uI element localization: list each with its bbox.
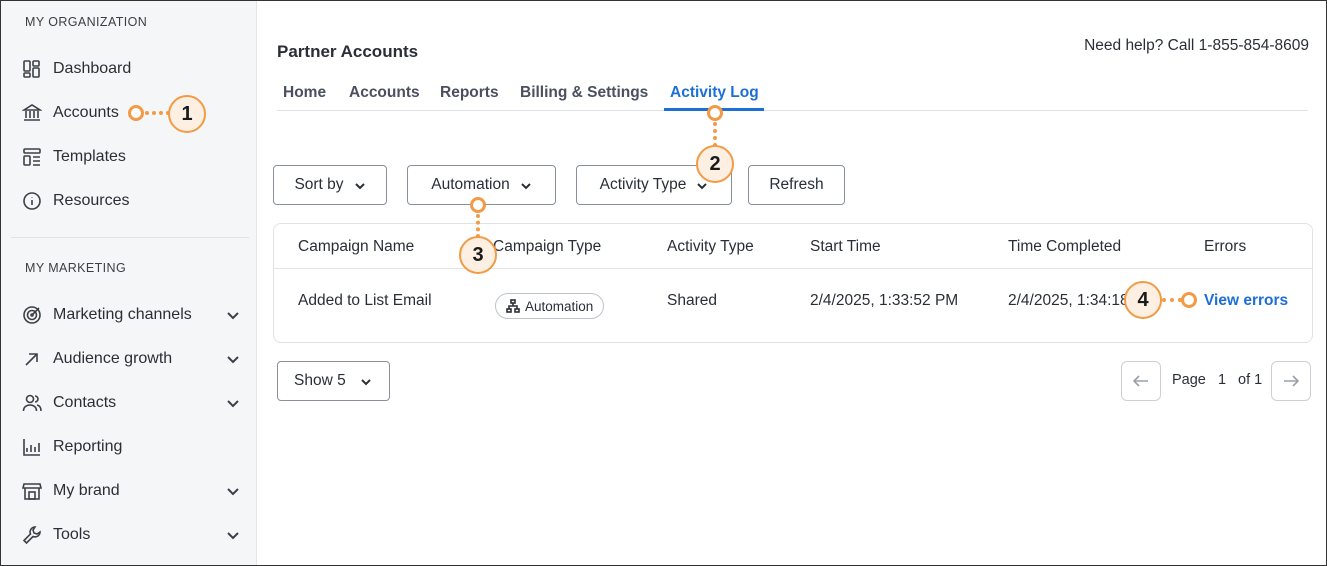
- refresh-label: Refresh: [769, 176, 824, 193]
- tab-activity-log[interactable]: Activity Log: [670, 84, 759, 102]
- chevron-down-icon: [360, 375, 372, 387]
- previous-page-button[interactable]: [1121, 361, 1161, 401]
- help-phone-text: Need help? Call 1-855-854-8609: [1084, 37, 1309, 54]
- callout-connector: [145, 111, 170, 115]
- sidebar-item-label: Templates: [53, 148, 126, 165]
- sidebar-item-label: My brand: [53, 482, 120, 499]
- view-errors-link[interactable]: View errors: [1204, 292, 1288, 310]
- column-header: Errors: [1204, 238, 1247, 255]
- marketing-section-label: MY MARKETING: [25, 261, 127, 275]
- sidebar-item-audience-growth[interactable]: Audience growth: [21, 343, 246, 375]
- chart-icon: [21, 436, 43, 458]
- callout-2: 2: [696, 145, 734, 183]
- sidebar-item-resources[interactable]: Resources: [21, 185, 246, 217]
- chevron-down-icon[interactable]: [226, 484, 240, 498]
- sidebar-item-label: Tools: [53, 526, 91, 543]
- column-header: Time Completed: [1008, 238, 1122, 255]
- tab-accounts[interactable]: Accounts: [349, 84, 420, 102]
- chevron-down-icon: [520, 179, 532, 191]
- sidebar-divider: [11, 237, 249, 238]
- arrow-left-icon: [1132, 375, 1148, 387]
- tab-reports[interactable]: Reports: [440, 84, 499, 102]
- tab-home[interactable]: Home: [283, 84, 326, 102]
- org-section-label: MY ORGANIZATION: [25, 15, 148, 29]
- chevron-down-icon[interactable]: [226, 528, 240, 542]
- sidebar-item-label: Reporting: [53, 438, 123, 455]
- campaign-type-badge: Automation: [495, 293, 605, 319]
- info-icon: [21, 190, 43, 212]
- column-header: Campaign Name: [298, 238, 415, 255]
- chevron-down-icon: [354, 179, 366, 191]
- callout-anchor: [470, 197, 486, 213]
- automation-label: Automation: [431, 176, 510, 193]
- sidebar-item-templates[interactable]: Templates: [21, 141, 246, 173]
- sidebar-item-dashboard[interactable]: Dashboard: [21, 53, 246, 85]
- sidebar-item-my-brand[interactable]: My brand: [21, 475, 246, 507]
- column-header: Campaign Type: [493, 238, 602, 255]
- refresh-button[interactable]: Refresh: [748, 165, 845, 205]
- column-header: Activity Type: [667, 238, 754, 255]
- sidebar-item-label: Resources: [53, 192, 130, 209]
- next-page-button[interactable]: [1271, 361, 1311, 401]
- callout-anchor: [128, 105, 144, 121]
- campaign-type-label: Automation: [525, 298, 594, 314]
- wrench-icon: [21, 524, 43, 546]
- column-header: Start Time: [810, 238, 881, 255]
- callout-connector: [713, 122, 717, 147]
- table-header: Campaign Name Campaign Type Activity Typ…: [274, 224, 1312, 269]
- sort-by-dropdown[interactable]: Sort by: [273, 165, 387, 205]
- callout-connector: [1162, 298, 1182, 302]
- sidebar-item-label: Dashboard: [53, 60, 132, 77]
- sidebar-item-label: Contacts: [53, 394, 117, 411]
- chevron-down-icon[interactable]: [226, 352, 240, 366]
- chevron-down-icon[interactable]: [226, 308, 240, 322]
- sidebar-item-label: Audience growth: [53, 350, 173, 367]
- sidebar-item-contacts[interactable]: Contacts: [21, 387, 246, 419]
- campaign-name-cell: Added to List Email: [298, 292, 432, 309]
- activity-type-label: Activity Type: [599, 176, 687, 193]
- arrow-right-icon: [1284, 375, 1300, 387]
- show-count-dropdown[interactable]: Show 5: [277, 361, 390, 401]
- callout-3: 3: [459, 236, 497, 274]
- tab-bar: Home Accounts Reports Billing & Settings…: [277, 80, 1308, 111]
- store-icon: [21, 480, 43, 502]
- sort-by-label: Sort by: [294, 176, 344, 193]
- callout-connector: [476, 214, 480, 238]
- sidebar-item-reporting[interactable]: Reporting: [21, 431, 246, 463]
- start-time-cell: 2/4/2025, 1:33:52 PM: [810, 292, 959, 309]
- people-icon: [21, 392, 43, 414]
- target-icon: [21, 304, 43, 326]
- bank-icon: [21, 102, 43, 124]
- time-completed-cell: 2/4/2025, 1:34:18: [1008, 292, 1126, 309]
- callout-anchor: [1181, 292, 1197, 308]
- total-pages: of 1: [1238, 372, 1263, 388]
- callout-anchor: [707, 105, 723, 121]
- sidebar-item-tools[interactable]: Tools: [21, 519, 246, 551]
- page-label: Page: [1172, 372, 1206, 388]
- automation-icon: [506, 299, 520, 313]
- callout-4: 4: [1124, 281, 1162, 319]
- dashboard-icon: [21, 58, 43, 80]
- callout-1: 1: [168, 95, 206, 133]
- show-count-label: Show 5: [294, 372, 346, 389]
- sidebar-item-label: Marketing channels: [53, 306, 192, 323]
- activity-type-cell: Shared: [667, 292, 717, 309]
- templates-icon: [21, 146, 43, 168]
- activity-table: Campaign Name Campaign Type Activity Typ…: [273, 223, 1313, 343]
- sidebar-item-marketing-channels[interactable]: Marketing channels: [21, 299, 246, 331]
- chevron-down-icon[interactable]: [226, 396, 240, 410]
- current-page: 1: [1218, 372, 1227, 388]
- arrow-up-right-icon: [21, 348, 43, 370]
- sidebar: MY ORGANIZATION Dashboard Accounts Templ…: [1, 1, 257, 565]
- tab-billing-settings[interactable]: Billing & Settings: [520, 84, 648, 102]
- page-title: Partner Accounts: [277, 42, 419, 61]
